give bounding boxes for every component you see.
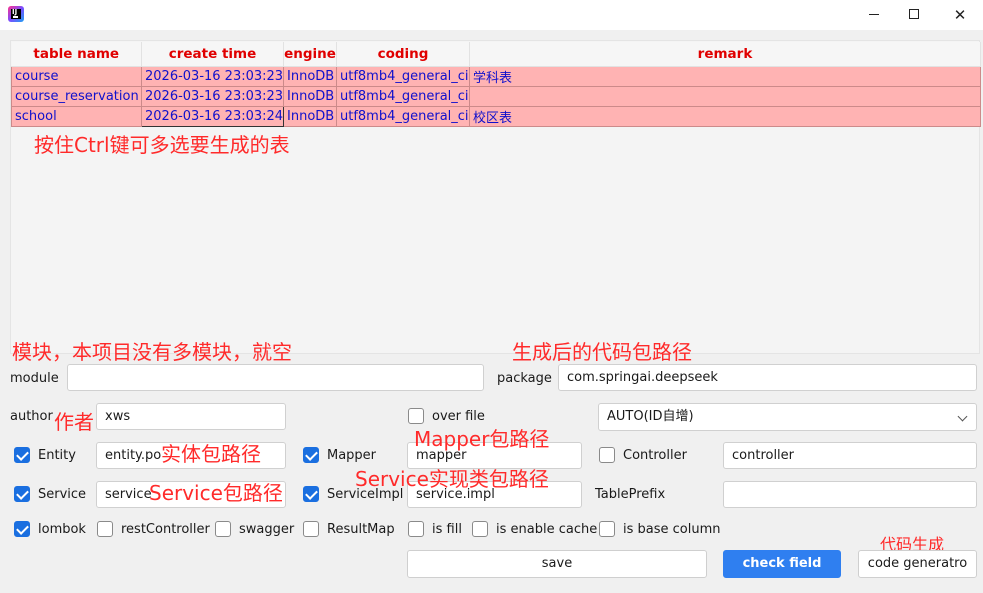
mapper-checkbox[interactable]: [303, 447, 319, 463]
result-map-checkbox[interactable]: [303, 521, 319, 537]
annotation-service: Service包路径: [149, 481, 283, 505]
cell-create-time[interactable]: 2026-03-16 23:03:23: [141, 85, 284, 107]
over-file-checkbox[interactable]: [408, 408, 424, 424]
check-field-button[interactable]: check field: [723, 550, 841, 578]
cell-engine[interactable]: InnoDB: [283, 105, 337, 127]
module-label: module: [10, 371, 59, 386]
cell-remark[interactable]: 校区表: [469, 105, 981, 127]
lombok-label: lombok: [38, 522, 86, 537]
service-impl-checkbox[interactable]: [303, 486, 319, 502]
cell-coding[interactable]: utf8mb4_general_ci: [336, 65, 470, 87]
cell-table-name[interactable]: course_reservation: [11, 85, 142, 107]
annotation-entity: 实体包路径: [161, 442, 261, 466]
cell-coding[interactable]: utf8mb4_general_ci: [336, 85, 470, 107]
is-enable-cache-checkbox[interactable]: [472, 521, 488, 537]
controller-package-input[interactable]: controller: [723, 442, 977, 469]
table-header-row: table name create time engine coding rem…: [11, 42, 981, 67]
cell-create-time[interactable]: 2026-03-16 23:03:24: [141, 105, 284, 127]
annotation-module: 模块，本项目没有多模块，就空: [12, 340, 292, 364]
is-fill-label: is fill: [432, 522, 462, 537]
rest-controller-label: restController: [121, 522, 210, 537]
annotation-service-impl: Service实现类包路径: [355, 467, 549, 491]
table-row[interactable]: school 2026-03-16 23:03:24 InnoDB utf8mb…: [11, 105, 981, 127]
column-header-remark[interactable]: remark: [469, 42, 981, 67]
over-file-label: over file: [432, 409, 485, 424]
annotation-mapper: Mapper包路径: [414, 427, 550, 451]
entity-label: Entity: [38, 448, 76, 463]
author-label: author: [10, 409, 53, 424]
controller-label: Controller: [623, 448, 687, 463]
table-list-panel[interactable]: table name create time engine coding rem…: [10, 40, 981, 354]
service-checkbox[interactable]: [14, 486, 30, 502]
controller-checkbox[interactable]: [599, 447, 615, 463]
column-header-engine[interactable]: engine: [283, 42, 337, 67]
result-map-label: ResultMap: [327, 522, 395, 537]
cell-create-time[interactable]: 2026-03-16 23:03:23: [141, 65, 284, 87]
author-input[interactable]: xws: [96, 403, 286, 430]
cell-engine[interactable]: InnoDB: [283, 65, 337, 87]
table-prefix-input[interactable]: [723, 481, 977, 508]
is-fill-checkbox[interactable]: [408, 521, 424, 537]
cell-remark[interactable]: 学科表: [469, 65, 981, 87]
id-strategy-value: AUTO(ID自增): [607, 409, 694, 424]
package-input[interactable]: com.springai.deepseek: [558, 364, 977, 391]
title-bar: IJ ✕: [0, 0, 983, 30]
column-header-create-time[interactable]: create time: [141, 42, 284, 67]
column-header-coding[interactable]: coding: [336, 42, 470, 67]
table-row[interactable]: course_reservation 2026-03-16 23:03:23 I…: [11, 85, 981, 107]
annotation-author: 作者: [54, 410, 94, 434]
mapper-label: Mapper: [327, 448, 377, 463]
close-icon[interactable]: ✕: [937, 0, 983, 30]
save-button[interactable]: save: [407, 550, 707, 578]
cell-table-name[interactable]: school: [11, 105, 142, 127]
service-label: Service: [38, 487, 87, 502]
cell-remark[interactable]: [469, 85, 981, 107]
package-label: package: [497, 371, 552, 386]
maximize-icon[interactable]: [891, 0, 937, 30]
database-tables-grid: table name create time engine coding rem…: [11, 42, 981, 127]
is-enable-cache-label: is enable cache: [496, 522, 598, 537]
column-header-table-name[interactable]: table name: [11, 42, 142, 67]
code-generator-button[interactable]: code generatro: [858, 550, 977, 578]
rest-controller-checkbox[interactable]: [97, 521, 113, 537]
swagger-label: swagger: [239, 522, 295, 537]
cell-coding[interactable]: utf8mb4_general_ci: [336, 105, 470, 127]
swagger-checkbox[interactable]: [215, 521, 231, 537]
annotation-multi-select: 按住Ctrl键可多选要生成的表: [34, 133, 290, 157]
lombok-checkbox[interactable]: [14, 521, 30, 537]
is-base-column-label: is base column: [623, 522, 721, 537]
module-input[interactable]: [67, 364, 484, 391]
cell-table-name[interactable]: course: [11, 65, 142, 87]
annotation-package: 生成后的代码包路径: [512, 340, 692, 364]
entity-checkbox[interactable]: [14, 447, 30, 463]
table-prefix-label: TablePrefix: [595, 487, 666, 502]
table-row[interactable]: course 2026-03-16 23:03:23 InnoDB utf8mb…: [11, 65, 981, 87]
id-strategy-select[interactable]: AUTO(ID自增): [598, 403, 977, 431]
chevron-down-icon: [957, 411, 968, 422]
cell-engine[interactable]: InnoDB: [283, 85, 337, 107]
is-base-column-checkbox[interactable]: [599, 521, 615, 537]
intellij-idea-icon: IJ: [8, 6, 24, 22]
